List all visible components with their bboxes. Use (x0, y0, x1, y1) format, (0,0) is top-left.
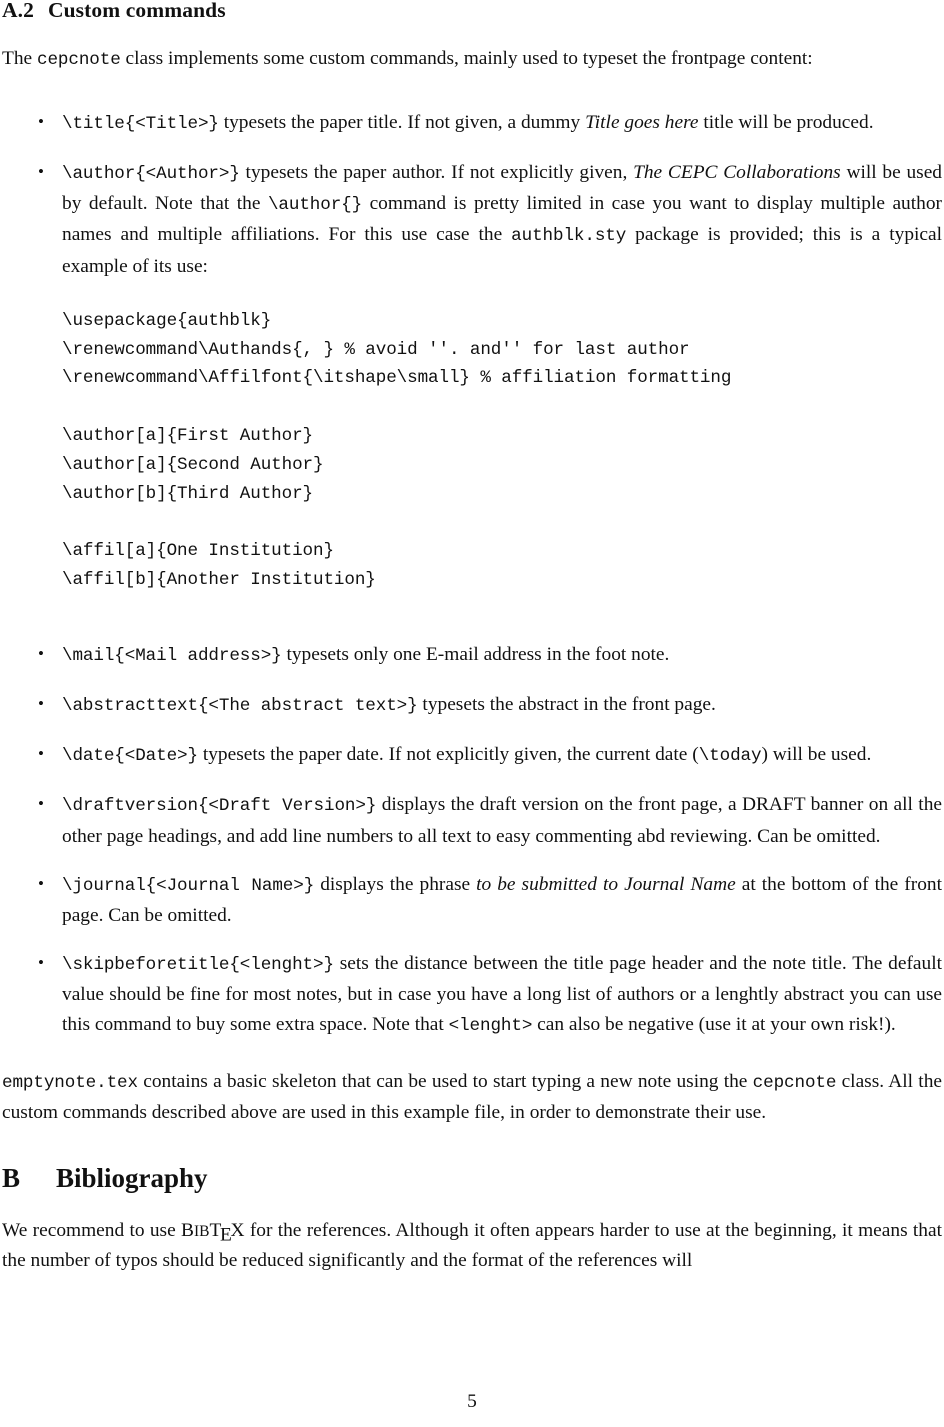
skipbeforetitle-code-2: <lenght> (448, 1015, 533, 1036)
list-item-mail: \mail{<Mail address>} typesets only one … (2, 639, 942, 671)
section-number: B (2, 1163, 21, 1194)
author-text-1: typesets the paper author. If not explic… (239, 161, 634, 183)
command-list-upper: \title{<Title>} typesets the paper title… (2, 107, 942, 281)
bibtex-logo: BIBTEX (181, 1220, 245, 1245)
bibliography-paragraph: We recommend to use BIBTEX for the refer… (2, 1216, 942, 1275)
command-list-lower: \mail{<Mail address>} typesets only one … (2, 639, 942, 1041)
intro-code-cepcnote: cepcnote (37, 49, 121, 70)
closing-code-emptynote: emptynote.tex (2, 1072, 138, 1093)
intro-text-before: The (2, 47, 37, 69)
command-code-journal: \journal{<Journal Name>} (62, 875, 315, 896)
date-text-2: ) will be used. (761, 744, 872, 766)
subsection-title: Custom commands (48, 0, 226, 22)
closing-paragraph: emptynote.tex contains a basic skeleton … (2, 1067, 942, 1127)
page-number: 5 (467, 1391, 477, 1412)
command-code-author: \author{<Author>} (62, 163, 240, 184)
bibtex-e: E (219, 1224, 232, 1246)
author-code-2: \author{} (267, 195, 363, 216)
title-italic-1: Title goes here (585, 111, 699, 133)
list-item-journal: \journal{<Journal Name>} displays the ph… (2, 869, 942, 930)
journal-italic-1: to be submitted to Journal Name (476, 873, 736, 895)
section-heading: B Bibliography (2, 1165, 942, 1192)
bibtex-b: B (181, 1220, 194, 1242)
journal-text-1: displays the phrase (314, 873, 477, 895)
command-code-mail: \mail{<Mail address>} (62, 645, 282, 666)
command-code-abstracttext: \abstracttext{<The abstract text>} (62, 695, 418, 716)
latex-code-block: \usepackage{authblk} \renewcommand\Autha… (62, 310, 732, 590)
closing-text-1: contains a basic skeleton that can be us… (137, 1070, 753, 1092)
intro-text-after: class implements some custom commands, m… (120, 47, 813, 69)
skipbeforetitle-text-2: can also be negative (use it at your own… (532, 1013, 896, 1035)
list-item-skipbeforetitle: \skipbeforetitle{<lenght>} sets the dist… (2, 948, 942, 1041)
command-code-draftversion: \draftversion{<Draft Version>} (62, 796, 377, 817)
subsection-heading: A.2 Custom commands (2, 0, 942, 22)
date-text-1: typesets the paper date. If not explicit… (197, 744, 699, 766)
subsection-number: A.2 (2, 0, 34, 22)
page-content: A.2 Custom commands The cepcnote class im… (2, 0, 942, 1276)
list-item-abstracttext: \abstracttext{<The abstract text>} types… (2, 689, 942, 721)
bibtex-x: X (230, 1220, 245, 1242)
code-block-wrapper: \usepackage{authblk} \renewcommand\Autha… (62, 307, 942, 595)
title-text-2: title will be produced. (698, 111, 874, 133)
date-code-today: \today (698, 746, 762, 767)
list-item-date: \date{<Date>} typesets the paper date. I… (2, 739, 942, 771)
list-item-title: \title{<Title>} typesets the paper title… (2, 107, 942, 139)
bib-text-1: We recommend to use (2, 1220, 182, 1242)
bibtex-ib: IB (193, 1223, 210, 1241)
author-italic-1: The CEPC Collaborations (633, 161, 841, 183)
document-page: A.2 Custom commands The cepcnote class im… (0, 0, 944, 1427)
title-text-1: typesets the paper title. If not given, … (218, 111, 586, 133)
closing-code-cepcnote: cepcnote (752, 1072, 837, 1093)
list-item-draftversion: \draftversion{<Draft Version>} displays … (2, 789, 942, 850)
abstracttext-text-1: typesets the abstract in the front page. (417, 693, 716, 715)
section-title: Bibliography (56, 1163, 208, 1194)
author-code-3: authblk.sty (511, 226, 627, 247)
command-code-skipbeforetitle: \skipbeforetitle{<lenght>} (62, 955, 334, 976)
mail-text-1: typesets only one E-mail address in the … (281, 643, 670, 665)
command-code-title: \title{<Title>} (62, 113, 219, 134)
list-item-author: \author{<Author>} typesets the paper aut… (2, 157, 942, 281)
intro-paragraph: The cepcnote class implements some custo… (2, 44, 942, 75)
command-code-date: \date{<Date>} (62, 746, 198, 767)
